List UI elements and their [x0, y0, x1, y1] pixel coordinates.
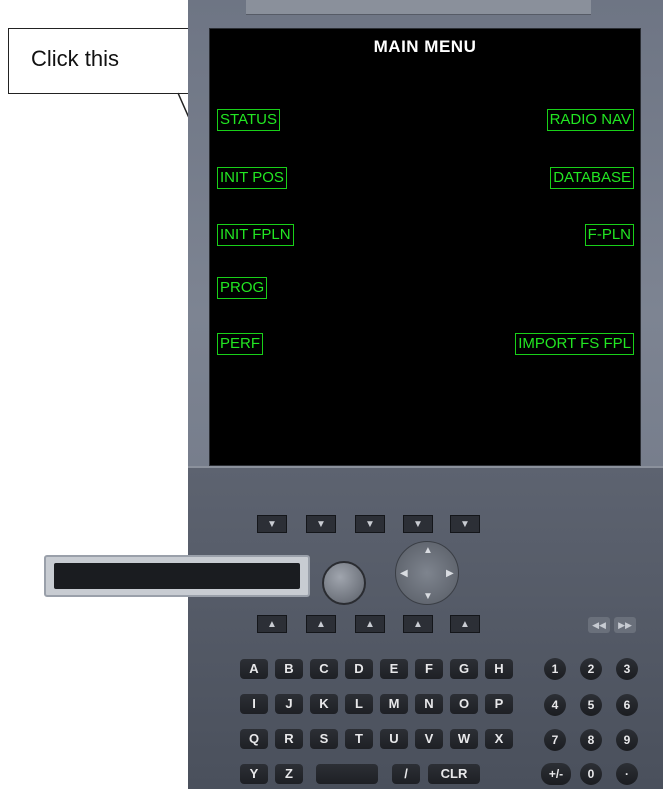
arrow-left-icon[interactable]: ◀ — [400, 568, 408, 579]
key-q[interactable]: Q — [240, 729, 268, 749]
key-n[interactable]: N — [415, 694, 443, 714]
key-h[interactable]: H — [485, 659, 513, 679]
key-g[interactable]: G — [450, 659, 478, 679]
key-u[interactable]: U — [380, 729, 408, 749]
key-l[interactable]: L — [345, 694, 373, 714]
key-r[interactable]: R — [275, 729, 303, 749]
key-m[interactable]: M — [380, 694, 408, 714]
softkey-up-4[interactable]: ▲ — [403, 615, 433, 633]
key-2[interactable]: 2 — [580, 658, 602, 680]
arrow-down-icon[interactable]: ▼ — [423, 591, 433, 602]
softkey-up-5[interactable]: ▲ — [450, 615, 480, 633]
menu-item-status[interactable]: STATUS — [217, 109, 280, 131]
rewind-button[interactable]: ◀◀ — [588, 617, 610, 633]
key-clr[interactable]: CLR — [428, 764, 480, 784]
fmc-screen: MAIN MENU STATUS INIT POS INIT FPLN PROG… — [209, 28, 641, 466]
menu-item-database[interactable]: DATABASE — [550, 167, 634, 189]
arrow-right-icon[interactable]: ▶ — [446, 568, 454, 579]
rotary-knob[interactable] — [322, 561, 366, 605]
scratchpad-screen — [54, 563, 300, 589]
key-s[interactable]: S — [310, 729, 338, 749]
key-t[interactable]: T — [345, 729, 373, 749]
key-slash[interactable]: / — [392, 764, 420, 784]
softkey-down-1[interactable]: ▼ — [257, 515, 287, 533]
softkey-up-2[interactable]: ▲ — [306, 615, 336, 633]
menu-item-perf[interactable]: PERF — [217, 333, 264, 355]
key-7[interactable]: 7 — [544, 729, 566, 751]
key-o[interactable]: O — [450, 694, 478, 714]
key-1[interactable]: 1 — [544, 658, 566, 680]
key-6[interactable]: 6 — [616, 694, 638, 716]
menu-item-radio-nav[interactable]: RADIO NAV — [546, 109, 634, 131]
key-a[interactable]: A — [240, 659, 268, 679]
key-f[interactable]: F — [415, 659, 443, 679]
key-decimal[interactable]: · — [616, 763, 638, 785]
callout-text: Click this — [31, 46, 120, 71]
softkey-down-5[interactable]: ▼ — [450, 515, 480, 533]
arrow-up-icon[interactable]: ▲ — [423, 545, 433, 556]
key-y[interactable]: Y — [240, 764, 268, 784]
key-d[interactable]: D — [345, 659, 373, 679]
key-j[interactable]: J — [275, 694, 303, 714]
menu-item-prog[interactable]: PROG — [217, 277, 268, 299]
menu-item-init-pos[interactable]: INIT POS — [217, 167, 287, 189]
key-4[interactable]: 4 — [544, 694, 566, 716]
key-9[interactable]: 9 — [616, 729, 638, 751]
key-w[interactable]: W — [450, 729, 478, 749]
key-v[interactable]: V — [415, 729, 443, 749]
key-p[interactable]: P — [485, 694, 513, 714]
menu-item-init-fpln[interactable]: INIT FPLN — [217, 224, 294, 246]
key-k[interactable]: K — [310, 694, 338, 714]
key-x[interactable]: X — [485, 729, 513, 749]
key-5[interactable]: 5 — [580, 694, 602, 716]
device-top-clip — [246, 0, 591, 15]
key-space[interactable] — [316, 764, 378, 784]
menu-item-f-pln[interactable]: F-PLN — [584, 224, 634, 246]
key-3[interactable]: 3 — [616, 658, 638, 680]
callout-box: Click this — [8, 28, 205, 94]
softkey-down-4[interactable]: ▼ — [403, 515, 433, 533]
key-plus-minus[interactable]: +/- — [541, 763, 571, 785]
key-i[interactable]: I — [240, 694, 268, 714]
key-c[interactable]: C — [310, 659, 338, 679]
softkey-up-3[interactable]: ▲ — [355, 615, 385, 633]
softkey-down-3[interactable]: ▼ — [355, 515, 385, 533]
key-0[interactable]: 0 — [580, 763, 602, 785]
key-e[interactable]: E — [380, 659, 408, 679]
key-8[interactable]: 8 — [580, 729, 602, 751]
scratchpad-display — [44, 555, 310, 597]
softkey-up-1[interactable]: ▲ — [257, 615, 287, 633]
menu-item-import-fs-fpl[interactable]: IMPORT FS FPL — [515, 333, 634, 355]
menu-title: MAIN MENU — [373, 37, 477, 56]
key-b[interactable]: B — [275, 659, 303, 679]
softkey-down-2[interactable]: ▼ — [306, 515, 336, 533]
fast-forward-button[interactable]: ▶▶ — [614, 617, 636, 633]
key-z[interactable]: Z — [275, 764, 303, 784]
direction-pad[interactable]: ▲ ▼ ◀ ▶ — [395, 541, 459, 605]
